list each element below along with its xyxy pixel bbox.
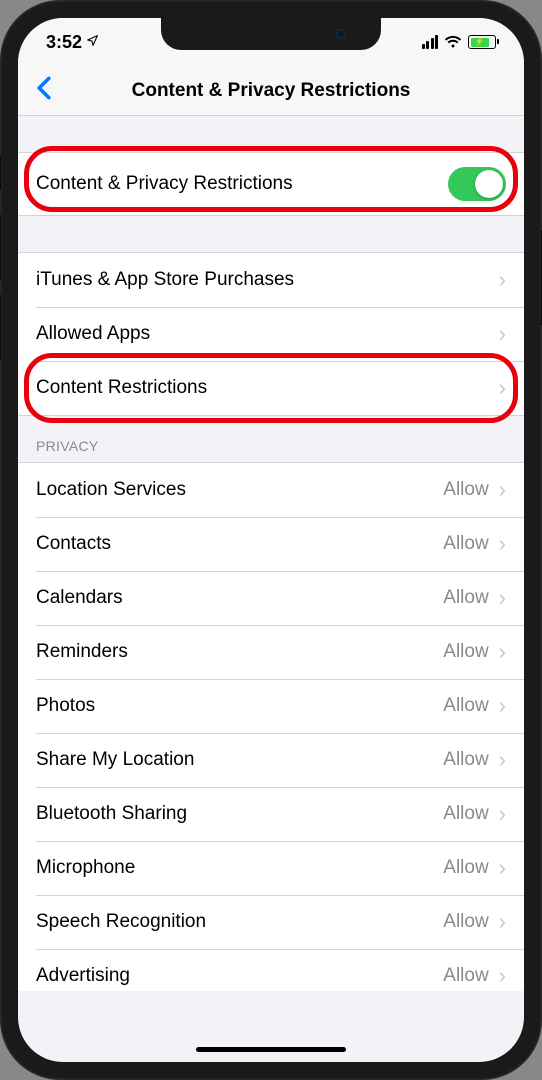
content-privacy-switch[interactable] xyxy=(448,167,506,201)
back-button[interactable] xyxy=(30,76,58,106)
share-my-location-row[interactable]: Share My Location Allow › xyxy=(18,733,524,787)
volume-up-button xyxy=(0,215,1,280)
cell-label: Location Services xyxy=(36,479,186,501)
mute-switch xyxy=(0,155,1,190)
chevron-right-icon: › xyxy=(499,477,506,503)
chevron-right-icon: › xyxy=(499,375,506,401)
cell-value: Allow xyxy=(443,857,488,879)
chevron-right-icon: › xyxy=(499,963,506,989)
main-group: iTunes & App Store Purchases › Allowed A… xyxy=(18,252,524,416)
cell-value: Allow xyxy=(443,749,488,771)
cell-label: Calendars xyxy=(36,587,123,609)
chevron-right-icon: › xyxy=(499,693,506,719)
location-services-row[interactable]: Location Services Allow › xyxy=(18,463,524,517)
content-privacy-toggle-row[interactable]: Content & Privacy Restrictions xyxy=(18,153,524,215)
status-time: 3:52 xyxy=(46,32,82,53)
notch xyxy=(161,18,381,50)
spacer xyxy=(18,116,524,152)
speech-recognition-row[interactable]: Speech Recognition Allow › xyxy=(18,895,524,949)
cell-label: Photos xyxy=(36,695,95,717)
toggle-label: Content & Privacy Restrictions xyxy=(36,173,293,195)
location-arrow-icon xyxy=(86,34,99,50)
bluetooth-sharing-row[interactable]: Bluetooth Sharing Allow › xyxy=(18,787,524,841)
cell-label: Advertising xyxy=(36,965,130,987)
switch-knob xyxy=(475,170,503,198)
reminders-row[interactable]: Reminders Allow › xyxy=(18,625,524,679)
chevron-right-icon: › xyxy=(499,909,506,935)
privacy-group: Location Services Allow › Contacts Allow ›… xyxy=(18,462,524,991)
battery-icon: ⚡ xyxy=(468,35,496,49)
cell-label: Bluetooth Sharing xyxy=(36,803,187,825)
cell-value: Allow xyxy=(443,587,488,609)
front-camera xyxy=(336,29,346,39)
cell-value: Allow xyxy=(443,479,488,501)
page-title: Content & Privacy Restrictions xyxy=(18,80,524,102)
home-indicator[interactable] xyxy=(196,1047,346,1052)
cell-value: Allow xyxy=(443,911,488,933)
chevron-right-icon: › xyxy=(499,801,506,827)
chevron-right-icon: › xyxy=(499,531,506,557)
highlight-toggle-row: Content & Privacy Restrictions xyxy=(18,152,524,216)
cell-label: Share My Location xyxy=(36,749,194,771)
cell-value: Allow xyxy=(443,533,488,555)
screen: 3:52 ⚡ Content & Privacy Restrictions xyxy=(18,18,524,1062)
cell-value: Allow xyxy=(443,695,488,717)
advertising-row[interactable]: Advertising Allow › xyxy=(18,949,524,991)
status-icons: ⚡ xyxy=(422,35,497,49)
navigation-bar: Content & Privacy Restrictions xyxy=(18,66,524,116)
phone-frame: 3:52 ⚡ Content & Privacy Restrictions xyxy=(0,0,542,1080)
cell-label: iTunes & App Store Purchases xyxy=(36,269,294,291)
spacer xyxy=(18,216,524,252)
microphone-row[interactable]: Microphone Allow › xyxy=(18,841,524,895)
volume-down-button xyxy=(0,295,1,360)
contacts-row[interactable]: Contacts Allow › xyxy=(18,517,524,571)
toggle-group: Content & Privacy Restrictions xyxy=(18,152,524,216)
chevron-right-icon: › xyxy=(499,855,506,881)
cell-label: Speech Recognition xyxy=(36,911,206,933)
wifi-icon xyxy=(444,35,462,49)
chevron-right-icon: › xyxy=(499,747,506,773)
cell-label: Microphone xyxy=(36,857,135,879)
allowed-apps-row[interactable]: Allowed Apps › xyxy=(18,307,524,361)
chevron-right-icon: › xyxy=(499,267,506,293)
chevron-right-icon: › xyxy=(499,321,506,347)
privacy-section-header: PRIVACY xyxy=(18,416,524,462)
status-time-group: 3:52 xyxy=(46,32,99,53)
calendars-row[interactable]: Calendars Allow › xyxy=(18,571,524,625)
itunes-purchases-row[interactable]: iTunes & App Store Purchases › xyxy=(18,253,524,307)
photos-row[interactable]: Photos Allow › xyxy=(18,679,524,733)
cell-label: Reminders xyxy=(36,641,128,663)
cell-value: Allow xyxy=(443,803,488,825)
cell-label: Allowed Apps xyxy=(36,323,150,345)
content-restrictions-row[interactable]: Content Restrictions › xyxy=(18,361,524,415)
cell-label: Content Restrictions xyxy=(36,377,207,399)
chevron-right-icon: › xyxy=(499,639,506,665)
scroll-content[interactable]: Content & Privacy Restrictions iTunes & … xyxy=(18,116,524,1062)
charging-bolt-icon: ⚡ xyxy=(475,38,485,46)
cell-value: Allow xyxy=(443,641,488,663)
cell-value: Allow xyxy=(443,965,488,987)
cell-label: Contacts xyxy=(36,533,111,555)
cellular-signal-icon xyxy=(422,35,439,49)
chevron-right-icon: › xyxy=(499,585,506,611)
